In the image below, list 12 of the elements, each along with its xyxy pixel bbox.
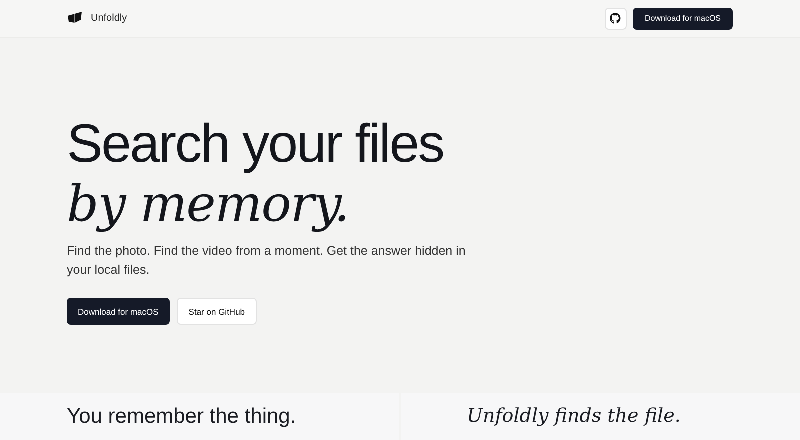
section-heading: You remember the thing. bbox=[0, 393, 399, 440]
download-button[interactable]: Download for macOS bbox=[632, 8, 733, 30]
brand-name: Unfoldly bbox=[91, 13, 128, 24]
github-button[interactable] bbox=[604, 8, 627, 30]
logo-icon bbox=[67, 12, 83, 25]
github-star-button[interactable]: Star on GitHub bbox=[176, 298, 258, 325]
github-icon bbox=[610, 13, 622, 24]
download-button[interactable]: Download for macOS bbox=[67, 298, 170, 325]
hero-title: Search your files bbox=[67, 116, 444, 172]
hero-description: Find the photo. Find the video from a moment. Get the answer hidden in your local files. bbox=[67, 243, 467, 279]
section-heading: Unfoldly finds the file. bbox=[401, 393, 800, 440]
hero-subtitle: by memory. bbox=[67, 174, 350, 235]
